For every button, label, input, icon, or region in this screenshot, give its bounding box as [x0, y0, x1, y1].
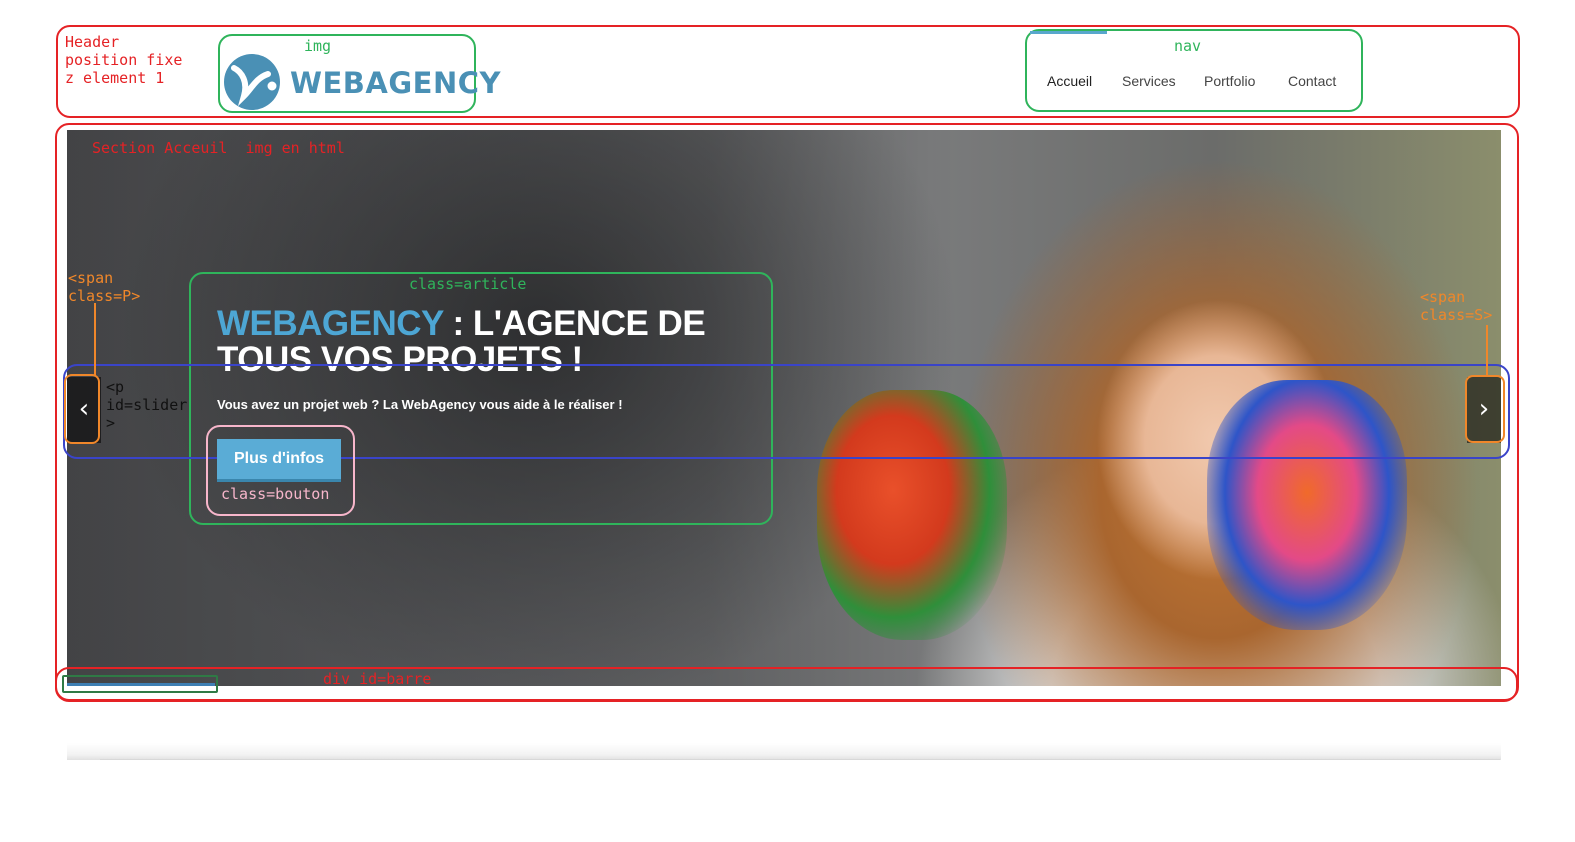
hero-title-accent: WEBAGENCY [217, 304, 444, 343]
nav-annotation-label: nav [1174, 37, 1202, 55]
slider-annotation-label: <p id=slider > [106, 378, 188, 432]
span-s-annotation-line [1486, 325, 1488, 376]
section-bottom-shadow [67, 743, 1501, 760]
span-p-annotation-box [64, 374, 100, 444]
span-p-annotation-line [94, 303, 96, 375]
barre-annotation-label: div id=barre [323, 670, 432, 688]
span-p-annotation-label: <span class=P> [68, 269, 141, 305]
span-s-annotation-box [1465, 375, 1505, 443]
barre-annotation-box [55, 667, 1518, 702]
logo-text[interactable]: WEBAGENCY [290, 66, 501, 100]
header-annotation-label: Header position fixe z element 1 [65, 33, 183, 87]
nav-item-accueil[interactable]: Accueil [1047, 73, 1092, 89]
section-bottom-divider [100, 759, 1500, 760]
webagency-logo-icon[interactable] [222, 52, 282, 112]
article-annotation-label: class=article [409, 275, 527, 293]
section-annotation-label: Section Acceuil img en html [92, 139, 345, 157]
nav-item-services[interactable]: Services [1122, 73, 1176, 89]
span-s-annotation-label: <span class=S> [1420, 288, 1493, 324]
nav-active-indicator [1030, 31, 1107, 34]
nav-item-contact[interactable]: Contact [1288, 73, 1336, 89]
nav-item-portfolio[interactable]: Portfolio [1204, 73, 1255, 89]
img-annotation-label: img [304, 37, 332, 55]
bouton-annotation-label: class=bouton [221, 485, 330, 503]
barre-inner-annotation-box [62, 675, 218, 693]
